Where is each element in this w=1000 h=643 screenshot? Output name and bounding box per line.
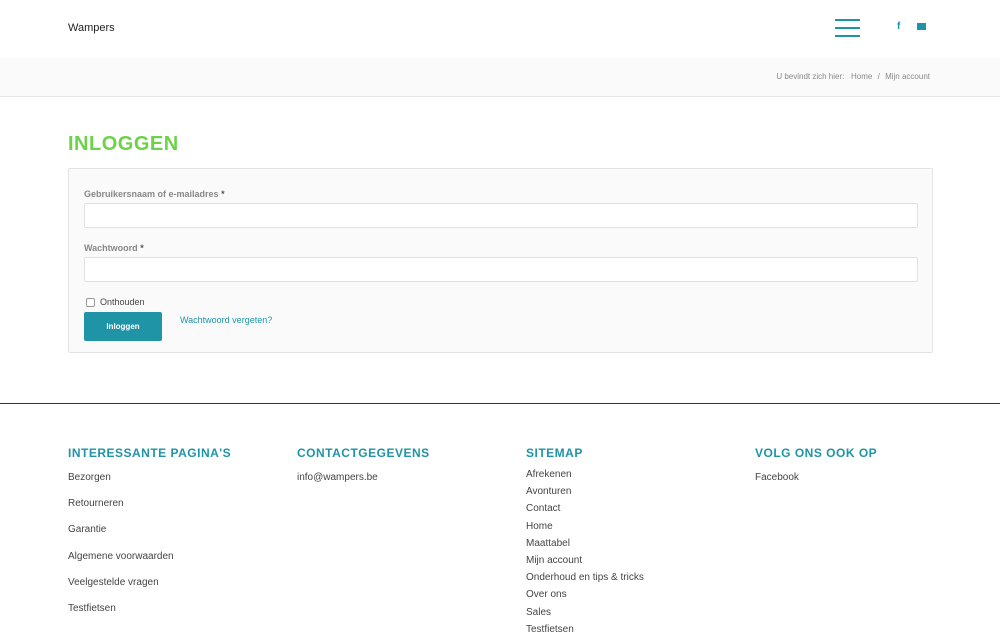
footer-col-title: SITEMAP: [526, 446, 583, 460]
footer-link[interactable]: Testfietsen: [68, 603, 231, 629]
footer-link[interactable]: Veelgestelde vragen: [68, 577, 231, 603]
forgot-password-link[interactable]: Wachtwoord vergeten?: [180, 315, 272, 325]
breadcrumb-prefix: U bevindt zich hier:: [776, 72, 845, 81]
mail-icon[interactable]: [917, 23, 926, 30]
breadcrumb-current: Mijn account: [885, 72, 930, 81]
footer-link[interactable]: Garantie: [68, 524, 231, 550]
footer-facebook-link[interactable]: Facebook: [755, 472, 877, 483]
site-header: Wampers f: [0, 0, 1000, 58]
login-form: Gebruikersnaam of e-mailadres * Wachtwoo…: [68, 168, 933, 353]
footer-link[interactable]: Retourneren: [68, 498, 231, 524]
sitemap-link[interactable]: Onderhoud en tips & tricks: [526, 572, 644, 589]
hamburger-line: [835, 19, 860, 21]
hamburger-line: [835, 35, 860, 37]
sitemap-link[interactable]: Afrekenen: [526, 469, 644, 486]
remember-checkbox[interactable]: [86, 297, 95, 307]
hamburger-line: [835, 27, 860, 29]
facebook-icon[interactable]: f: [897, 21, 900, 32]
footer-col-sitemap: SITEMAP Afrekenen Avonturen Contact Home…: [526, 446, 644, 641]
username-input[interactable]: [84, 203, 918, 228]
footer-link[interactable]: Algemene voorwaarden: [68, 551, 231, 577]
footer-col-follow: VOLG ONS OOK OP Facebook: [755, 446, 877, 483]
breadcrumb: U bevindt zich hier: Home / Mijn account: [776, 72, 930, 81]
footer-col-title: CONTACTGEGEVENS: [297, 446, 430, 460]
required-mark: *: [221, 189, 225, 199]
required-mark: *: [140, 243, 144, 253]
password-label: Wachtwoord *: [84, 243, 144, 253]
sitemap-link[interactable]: Testfietsen: [526, 624, 644, 641]
footer-col-title: VOLG ONS OOK OP: [755, 446, 878, 460]
remember-label: Onthouden: [100, 297, 145, 307]
breadcrumb-bar: U bevindt zich hier: Home / Mijn account: [0, 58, 1000, 97]
username-label: Gebruikersnaam of e-mailadres *: [84, 189, 225, 199]
sitemap-link[interactable]: Over ons: [526, 589, 644, 606]
sitemap-link[interactable]: Avonturen: [526, 486, 644, 503]
footer-col-pages: INTERESSANTE PAGINA'S Bezorgen Retourner…: [68, 446, 231, 629]
password-label-text: Wachtwoord: [84, 243, 138, 253]
remember-me[interactable]: Onthouden: [86, 297, 145, 307]
footer-divider: [0, 403, 1000, 404]
site-logo-text[interactable]: Wampers: [68, 22, 115, 34]
hamburger-menu-icon[interactable]: [835, 19, 860, 37]
footer-col-title: INTERESSANTE PAGINA'S: [68, 446, 232, 460]
footer-email-link[interactable]: info@wampers.be: [297, 472, 430, 483]
page-title: INLOGGEN: [68, 133, 179, 155]
sitemap-link[interactable]: Sales: [526, 607, 644, 624]
login-button[interactable]: Inloggen: [84, 312, 162, 341]
username-label-text: Gebruikersnaam of e-mailadres: [84, 189, 219, 199]
footer-col-contact: CONTACTGEGEVENS info@wampers.be: [297, 446, 430, 483]
password-input[interactable]: [84, 257, 918, 282]
footer-link[interactable]: Bezorgen: [68, 472, 231, 498]
sitemap-link[interactable]: Contact: [526, 503, 644, 520]
sitemap-link[interactable]: Mijn account: [526, 555, 644, 572]
breadcrumb-home-link[interactable]: Home: [851, 72, 872, 81]
breadcrumb-separator: /: [877, 72, 880, 81]
sitemap-link[interactable]: Home: [526, 521, 644, 538]
sitemap-link[interactable]: Maattabel: [526, 538, 644, 555]
